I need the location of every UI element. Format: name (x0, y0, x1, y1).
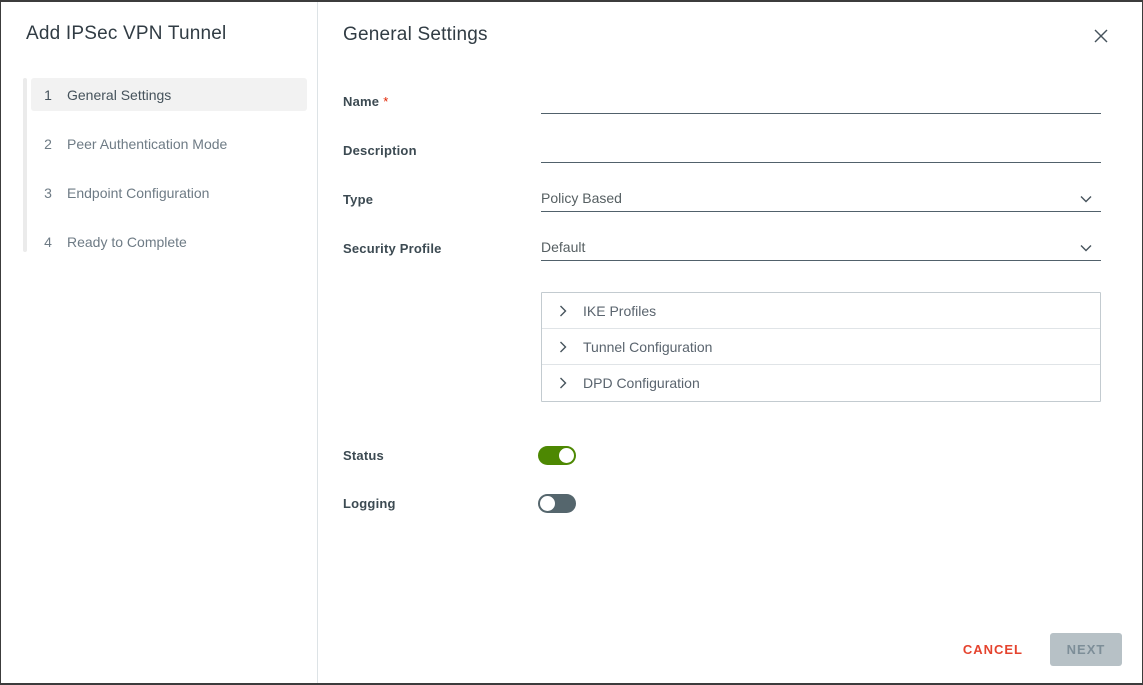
accordion-spacer (343, 292, 541, 402)
step-ready-to-complete[interactable]: 4 Ready to Complete (31, 225, 307, 258)
page-title: General Settings (343, 24, 488, 46)
status-toggle[interactable] (538, 446, 576, 465)
type-select-value: Policy Based (541, 190, 622, 208)
status-row: Status (343, 440, 1101, 470)
profile-accordions: IKE Profiles Tunnel Configuration DPD Co… (541, 292, 1101, 402)
accordion-label: DPD Configuration (583, 375, 700, 391)
wizard-title: Add IPSec VPN Tunnel (26, 23, 317, 45)
logging-toggle[interactable] (538, 494, 576, 513)
security-profile-select-value: Default (541, 239, 585, 257)
step-peer-authentication-mode[interactable]: 2 Peer Authentication Mode (31, 127, 307, 160)
ike-profiles-expander[interactable]: IKE Profiles (542, 293, 1100, 329)
chevron-right-icon (559, 377, 567, 389)
close-icon (1093, 28, 1109, 44)
security-profile-row: Security Profile Default (343, 233, 1101, 263)
name-label: Name* (343, 94, 541, 109)
panel-header: General Settings (318, 2, 1142, 46)
dialog-footer: CANCEL NEXT (318, 615, 1142, 683)
wizard-steps: 1 General Settings 2 Peer Authentication… (1, 78, 317, 258)
status-label: Status (343, 448, 541, 463)
security-profile-select[interactable]: Default (541, 235, 1101, 261)
description-row: Description (343, 135, 1101, 165)
step-number: 3 (41, 185, 55, 201)
step-number: 4 (41, 234, 55, 250)
dpd-configuration-expander[interactable]: DPD Configuration (542, 365, 1100, 401)
chevron-down-icon (1080, 244, 1092, 252)
wizard-sidebar: Add IPSec VPN Tunnel 1 General Settings … (1, 2, 318, 683)
step-general-settings[interactable]: 1 General Settings (31, 78, 307, 111)
close-button[interactable] (1091, 26, 1111, 46)
toggle-knob (559, 448, 574, 463)
type-select[interactable]: Policy Based (541, 186, 1101, 212)
step-number: 1 (41, 87, 55, 103)
chevron-right-icon (559, 341, 567, 353)
type-label: Type (343, 192, 541, 207)
step-number: 2 (41, 136, 55, 152)
name-input[interactable] (541, 88, 1101, 114)
accordion-label: Tunnel Configuration (583, 339, 712, 355)
required-asterisk: * (383, 94, 388, 109)
chevron-right-icon (559, 305, 567, 317)
name-row: Name* (343, 86, 1101, 116)
cancel-button[interactable]: CANCEL (963, 642, 1023, 657)
step-label: Endpoint Configuration (67, 185, 209, 201)
chevron-down-icon (1080, 195, 1092, 203)
toggle-knob (540, 496, 555, 511)
add-ipsec-vpn-tunnel-dialog: Add IPSec VPN Tunnel 1 General Settings … (0, 0, 1143, 685)
general-settings-form: Name* Description Type Policy Based Secu… (318, 46, 1142, 615)
type-row: Type Policy Based (343, 184, 1101, 214)
step-endpoint-configuration[interactable]: 3 Endpoint Configuration (31, 176, 307, 209)
next-button[interactable]: NEXT (1050, 633, 1122, 666)
accordion-label: IKE Profiles (583, 303, 656, 319)
accordion-section: IKE Profiles Tunnel Configuration DPD Co… (343, 292, 1101, 402)
step-label: Ready to Complete (67, 234, 187, 250)
tunnel-configuration-expander[interactable]: Tunnel Configuration (542, 329, 1100, 365)
description-label: Description (343, 143, 541, 158)
step-label: General Settings (67, 87, 171, 103)
main-panel: General Settings Name* Description (318, 2, 1142, 683)
logging-label: Logging (343, 496, 541, 511)
step-label: Peer Authentication Mode (67, 136, 227, 152)
security-profile-label: Security Profile (343, 241, 541, 256)
description-input[interactable] (541, 137, 1101, 163)
logging-row: Logging (343, 488, 1101, 518)
